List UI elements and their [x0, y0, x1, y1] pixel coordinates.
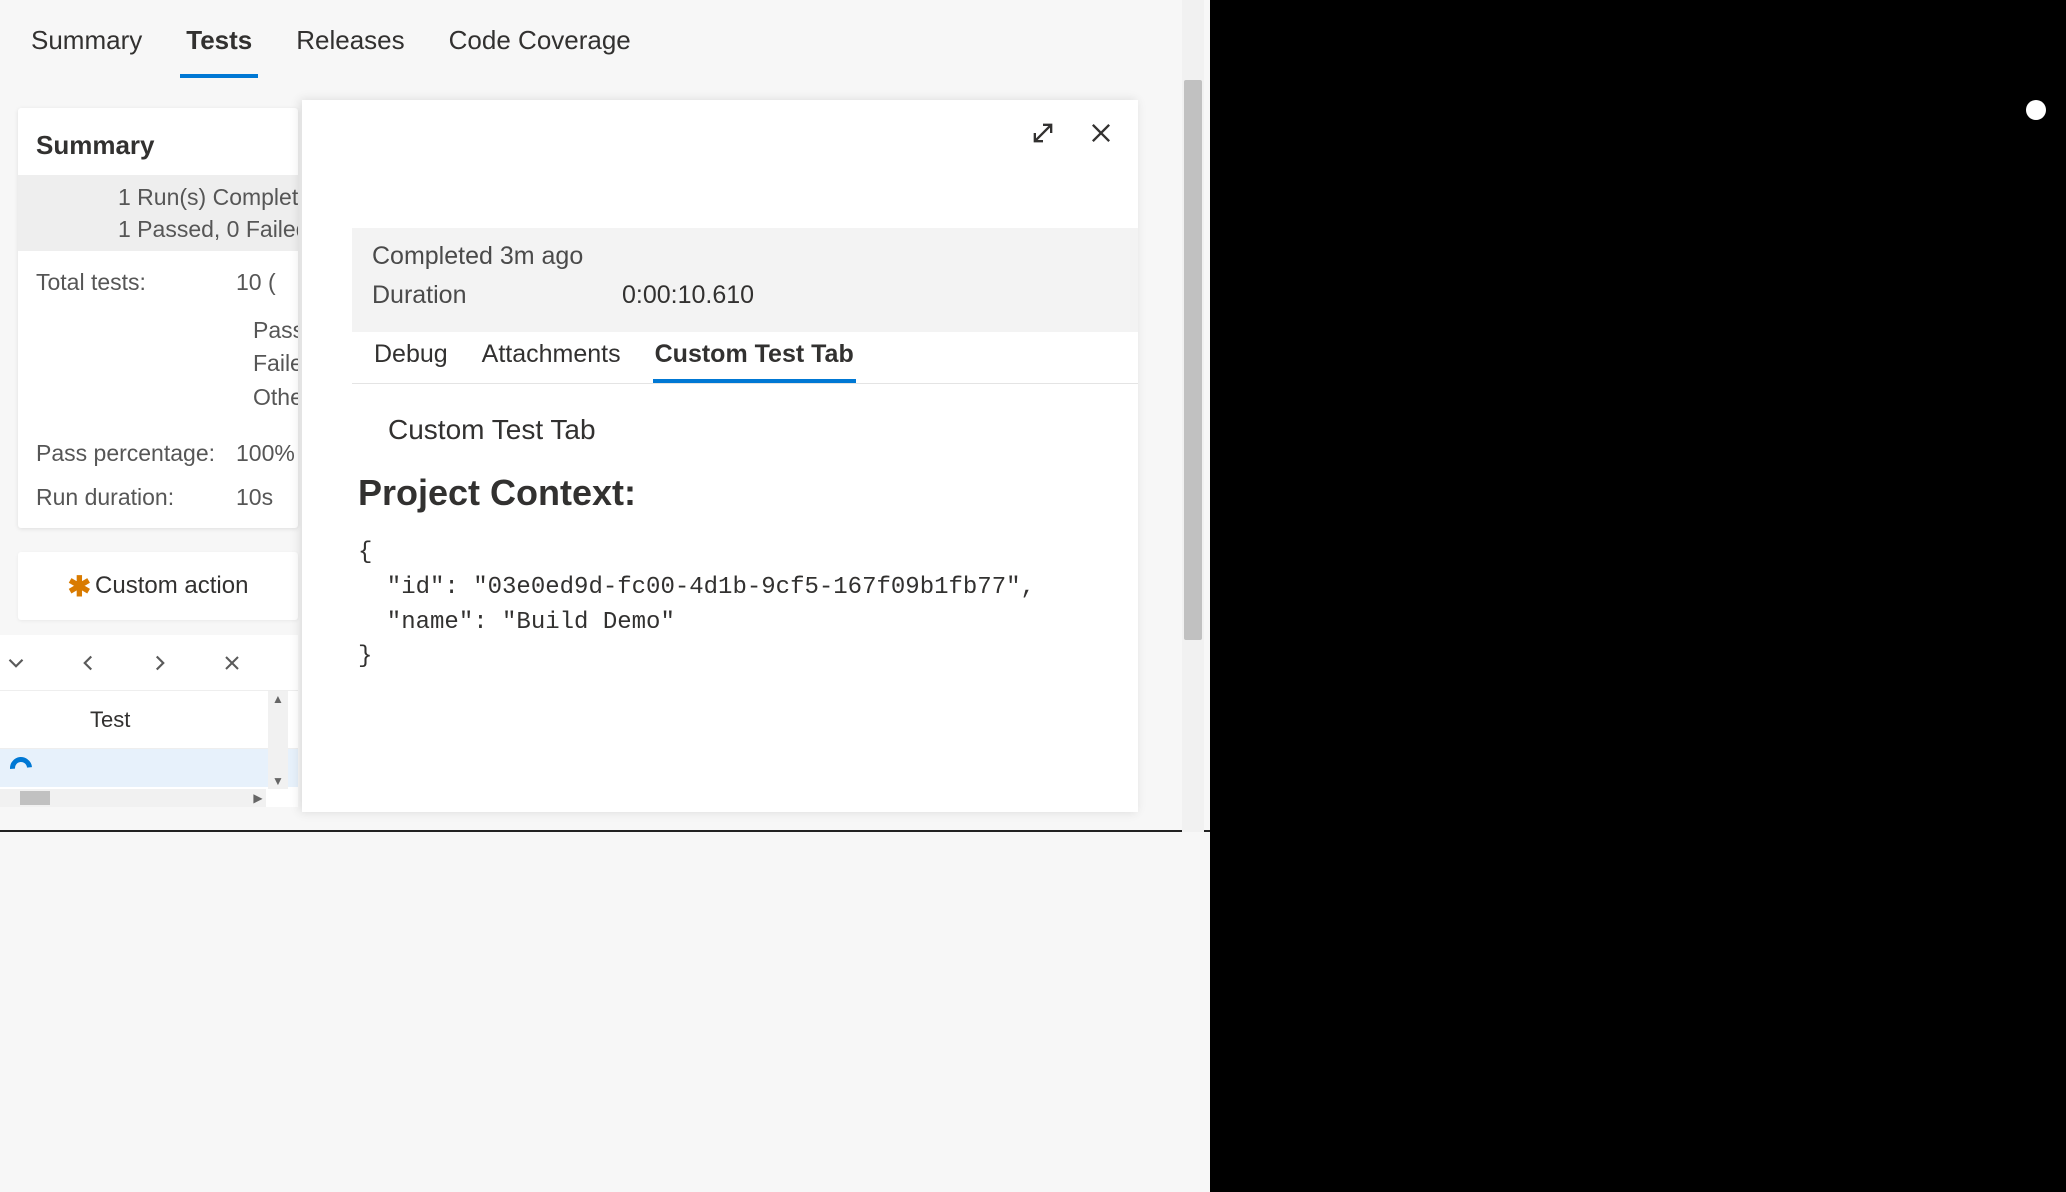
detail-tab-bar: Debug Attachments Custom Test Tab [352, 332, 1138, 384]
detail-duration-value: 0:00:10.610 [622, 281, 754, 310]
top-tab-bar: Summary Tests Releases Code Coverage [0, 0, 1182, 80]
detail-subtitle: Custom Test Tab [388, 414, 1112, 446]
custom-action-button[interactable]: ✱ Custom action [18, 552, 298, 620]
tab-code-coverage[interactable]: Code Coverage [443, 3, 637, 78]
next-icon[interactable] [144, 647, 176, 679]
summary-title: Summary [18, 108, 298, 175]
scroll-down-icon[interactable]: ▼ [268, 773, 288, 789]
close-panel-icon[interactable] [1086, 118, 1116, 148]
outer-scrollbar-track[interactable] [1182, 0, 1204, 832]
detail-body: Custom Test Tab Project Context: { "id":… [352, 400, 1112, 675]
outer-scrollbar-thumb[interactable] [1184, 80, 1202, 640]
summary-band: 1 Run(s) Completed 1 Passed, 0 Failed [18, 175, 298, 251]
lower-nav-bar [0, 635, 298, 691]
detail-top-icons [1028, 118, 1116, 148]
app-left-pane: Summary Tests Releases Code Coverage Sum… [0, 0, 1210, 832]
total-tests-value: 10 ( [236, 265, 276, 300]
tab-releases[interactable]: Releases [290, 3, 410, 78]
run-duration-label: Run duration: [36, 480, 236, 515]
sub-fail: Failed [18, 347, 298, 380]
inner-vertical-scrollbar[interactable]: ▲ ▼ [268, 691, 288, 789]
close-nav-icon[interactable] [216, 647, 248, 679]
detail-code-block: { "id": "03e0ed9d-fc00-4d1b-9cf5-167f09b… [358, 536, 1112, 675]
run-duration-value: 10s [236, 480, 273, 515]
detail-heading: Project Context: [358, 472, 1112, 514]
detail-duration-label: Duration [372, 281, 622, 310]
chevron-down-icon[interactable] [0, 647, 32, 679]
total-tests-label: Total tests: [36, 265, 236, 300]
detail-completed-text: Completed 3m ago [372, 242, 1118, 271]
detail-tab-custom[interactable]: Custom Test Tab [653, 332, 856, 383]
scroll-right-icon[interactable]: ▶ [250, 789, 266, 807]
detail-tab-debug[interactable]: Debug [372, 332, 450, 383]
test-list-header[interactable]: Test [0, 691, 298, 749]
sub-other: Other [18, 381, 298, 414]
pass-pct-label: Pass percentage: [36, 436, 236, 471]
white-dot-indicator [2026, 100, 2046, 120]
tab-tests[interactable]: Tests [180, 3, 258, 78]
tab-summary[interactable]: Summary [25, 3, 148, 78]
scroll-up-icon[interactable]: ▲ [268, 691, 288, 707]
detail-meta: Completed 3m ago Duration 0:00:10.610 [352, 228, 1138, 332]
custom-action-label: Custom action [95, 572, 248, 600]
detail-panel: Completed 3m ago Duration 0:00:10.610 De… [302, 100, 1138, 812]
test-list-row-selected[interactable] [0, 749, 298, 787]
hscroll-thumb[interactable] [20, 791, 50, 805]
summary-runs-line: 1 Run(s) Completed [118, 181, 298, 213]
asterisk-icon: ✱ [68, 570, 91, 603]
black-region [1210, 0, 2066, 1192]
summary-rows: Total tests: 10 ( [18, 251, 298, 314]
prev-icon[interactable] [72, 647, 104, 679]
pass-pct-value: 100% [236, 436, 295, 471]
summary-card: Summary 1 Run(s) Completed 1 Passed, 0 F… [18, 108, 298, 528]
progress-arc-icon [6, 753, 37, 784]
sub-pass: Pass [18, 314, 298, 347]
expand-icon[interactable] [1028, 118, 1058, 148]
inner-horizontal-scrollbar[interactable]: ◀ ▶ [0, 789, 266, 807]
summary-passfail-line: 1 Passed, 0 Failed [118, 213, 298, 245]
detail-tab-attachments[interactable]: Attachments [480, 332, 623, 383]
